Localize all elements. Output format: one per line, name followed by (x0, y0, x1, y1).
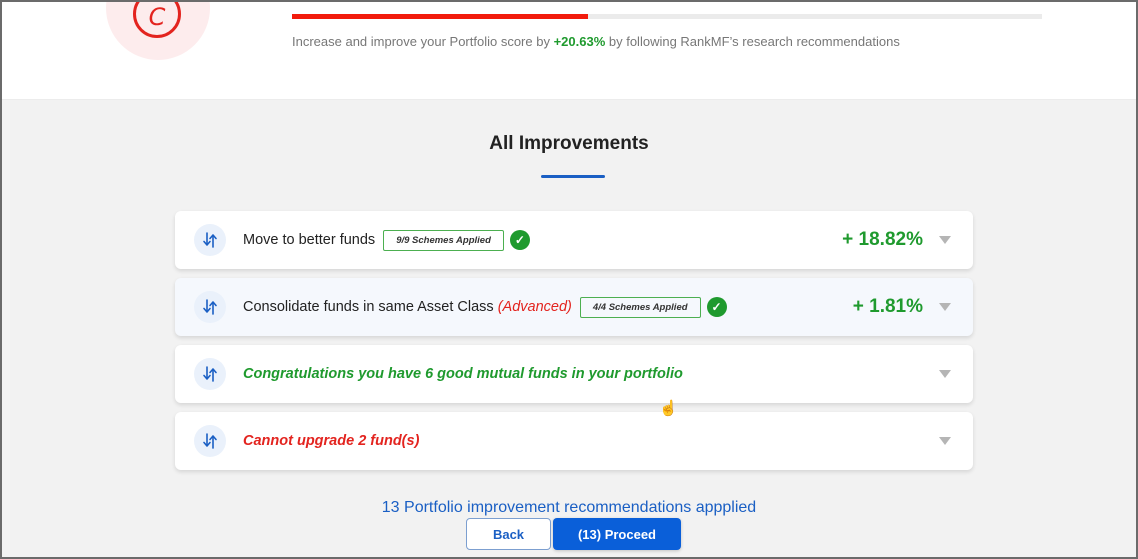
chevron-down-icon[interactable] (939, 370, 951, 378)
swap-vertical-icon (194, 425, 226, 457)
improvement-card-move-better-funds[interactable]: Move to better funds 9/9 Schemes Applied… (175, 211, 973, 269)
advanced-tag: (Advanced) (497, 299, 572, 315)
schemes-applied-badge: 9/9 Schemes Applied (383, 229, 504, 251)
improvement-label: Move to better funds (243, 232, 376, 248)
improve-prefix: Increase and improve your Portfolio scor… (292, 34, 554, 49)
improve-score-text: Increase and improve your Portfolio scor… (292, 34, 900, 49)
page-title: All Improvements (489, 133, 649, 154)
check-circle-icon: ✓ (509, 230, 530, 250)
improve-percentage: +20.63% (553, 34, 606, 49)
good-funds-message: Congratulations you have 6 good mutual f… (243, 366, 683, 382)
improvement-card-cannot-upgrade[interactable]: Cannot upgrade 2 fund(s) (175, 412, 973, 470)
improvement-card-consolidate-funds[interactable]: Consolidate funds in same Asset Class (A… (175, 278, 973, 336)
title-underline (541, 175, 605, 178)
score-header-panel: C Increase and improve your Portfolio sc… (2, 2, 1136, 100)
swap-vertical-icon (194, 224, 226, 256)
hand-cursor-icon: ☝ (659, 400, 678, 417)
proceed-button[interactable]: (13) Proceed (553, 518, 681, 550)
improvement-label-text: Consolidate funds in same Asset Class (243, 299, 498, 315)
chevron-down-icon[interactable] (939, 437, 951, 445)
improvement-percentage: + 18.82% (842, 229, 923, 250)
recommendations-summary: 13 Portfolio improvement recommendations… (381, 499, 757, 516)
portfolio-score-progress-bar (292, 14, 1042, 19)
grade-letter: C (148, 3, 166, 31)
improve-suffix: by following RankMF’s research recommend… (605, 34, 900, 49)
swap-vertical-icon (194, 291, 226, 323)
schemes-applied-badge: 4/4 Schemes Applied (579, 296, 701, 318)
improvement-percentage: + 1.81% (852, 296, 923, 317)
swap-vertical-icon (194, 358, 226, 390)
chevron-down-icon[interactable] (939, 303, 951, 311)
check-circle-icon: ✓ (706, 297, 727, 317)
cannot-upgrade-message: Cannot upgrade 2 fund(s) (243, 433, 420, 449)
portfolio-score-progress-fill (292, 14, 589, 19)
improvement-label: Consolidate funds in same Asset Class (A… (243, 299, 572, 315)
improvement-card-good-funds[interactable]: Congratulations you have 6 good mutual f… (175, 345, 973, 403)
chevron-down-icon[interactable] (939, 236, 951, 244)
back-button[interactable]: Back (466, 518, 551, 550)
